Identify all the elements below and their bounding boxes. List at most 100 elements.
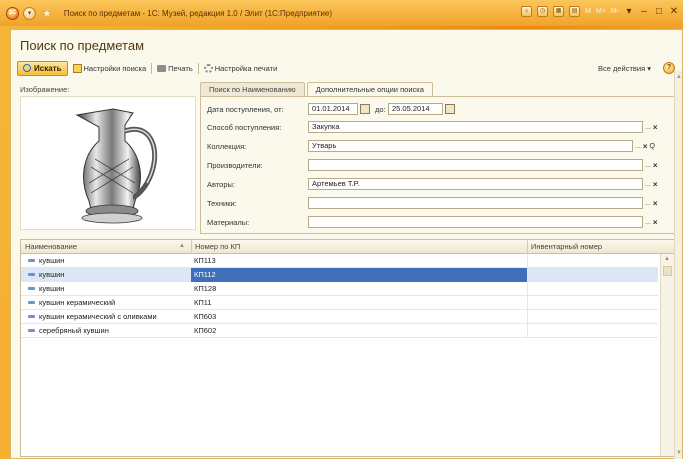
cell-name: кувшин	[21, 282, 191, 296]
scroll-thumb[interactable]	[663, 266, 672, 276]
toolbar-separator	[151, 62, 153, 74]
table-row[interactable]: кувшин КП112	[21, 268, 658, 282]
window-title: Поиск по предметам - 1С: Музей, редакция…	[63, 8, 332, 18]
scroll-up-icon[interactable]: ▲	[676, 74, 682, 80]
sort-asc-icon[interactable]: ▲	[179, 243, 185, 249]
field-label: Авторы:	[207, 180, 235, 189]
calendar-icon[interactable]	[445, 104, 455, 114]
close-icon[interactable]: ✕	[669, 6, 679, 17]
cell-inventory	[527, 296, 658, 310]
form-row-receipt-method: Способ поступления: Закупка ... ×	[201, 121, 676, 134]
receipt-method-field[interactable]: Закупка	[308, 121, 643, 133]
m-plus-button[interactable]: M+	[596, 8, 606, 15]
column-divider[interactable]	[191, 240, 192, 254]
select-button[interactable]: ...	[645, 162, 651, 169]
manufacturers-field[interactable]	[308, 159, 643, 171]
scroll-down-icon[interactable]: ▼	[676, 450, 682, 456]
printer-icon	[157, 64, 167, 72]
form-row-materials: Материалы: ... ×	[201, 216, 676, 229]
column-header-name[interactable]: Наименование	[25, 242, 77, 251]
image-label: Изображение:	[20, 85, 70, 94]
cell-kp: КП11	[194, 298, 212, 307]
cell-name: кувшин	[21, 268, 191, 282]
field-label: Материалы:	[207, 218, 250, 227]
results-table: Наименование ▲ Номер по КП Инвентарный н…	[20, 239, 675, 457]
authors-field[interactable]: Артемьев Т.Р.	[308, 178, 643, 190]
settings-box-icon	[72, 63, 82, 73]
clear-icon[interactable]: ×	[653, 123, 658, 132]
select-button[interactable]: ...	[645, 200, 651, 207]
search-icon[interactable]: Q	[650, 143, 655, 150]
tab-additional-options[interactable]: Дополнительные опции поиска	[306, 82, 433, 97]
date-from-label: Дата поступления, от:	[207, 105, 284, 114]
calendar-icon[interactable]: ▤	[569, 6, 581, 17]
cell-kp: КП113	[194, 256, 216, 265]
scroll-up-icon[interactable]: ▲	[664, 256, 670, 262]
field-label: Способ поступления:	[207, 123, 282, 132]
clear-icon[interactable]: ×	[643, 142, 648, 151]
form-row-manufacturers: Производители: ... ×	[201, 159, 676, 172]
home-icon[interactable]: ⌂	[521, 6, 533, 17]
date-from-field[interactable]: 01.01.2014	[308, 103, 358, 115]
cell-kp: КП602	[194, 326, 217, 335]
table-row[interactable]: кувшин КП128	[21, 282, 658, 296]
table-row[interactable]: кувшин КП113	[21, 254, 658, 268]
clear-icon[interactable]: ×	[653, 199, 658, 208]
materials-field[interactable]	[308, 216, 643, 228]
select-button[interactable]: ...	[645, 124, 651, 131]
table-row[interactable]: кувшин керамический КП11	[21, 296, 658, 310]
form-window: Поиск по предметам Искать Настройки поис…	[10, 29, 683, 459]
maximize-icon[interactable]: □	[654, 6, 664, 17]
page-title: Поиск по предметам	[20, 38, 145, 53]
field-label: Техники:	[207, 199, 237, 208]
print-button[interactable]: Печать	[157, 64, 193, 73]
favorite-star-icon[interactable]: ★	[42, 7, 52, 20]
main-menu-icon[interactable]: ▾	[23, 6, 36, 20]
techniques-field[interactable]	[308, 197, 643, 209]
cell-name: кувшин керамический с оливками	[21, 310, 191, 324]
clear-icon[interactable]: ×	[653, 180, 658, 189]
search-button[interactable]: Искать	[17, 60, 68, 76]
column-header-inventory[interactable]: Инвентарный номер	[531, 242, 602, 251]
minimize-icon[interactable]: –	[639, 6, 649, 17]
field-label: Производители:	[207, 161, 263, 170]
m-button[interactable]: M	[585, 8, 591, 15]
column-divider[interactable]	[527, 240, 528, 254]
clear-icon[interactable]: ×	[653, 161, 658, 170]
cell-kp: КП112	[191, 268, 527, 282]
toolbar-separator	[197, 62, 199, 74]
select-button[interactable]: ...	[645, 219, 651, 226]
table-row[interactable]: серебряный кувшин КП602	[21, 324, 658, 338]
date-to-field[interactable]: 25.05.2014	[388, 103, 443, 115]
clear-icon[interactable]: ×	[653, 218, 658, 227]
select-button[interactable]: ...	[645, 181, 651, 188]
search-settings-label: Настройки поиска	[83, 63, 147, 73]
search-settings-button[interactable]: Настройки поиска	[72, 63, 147, 73]
calc-icon[interactable]: ▦	[553, 6, 565, 17]
all-actions-menu[interactable]: Все действия ▾	[598, 64, 651, 73]
cell-inventory	[527, 254, 658, 268]
item-image	[20, 96, 196, 230]
table-row[interactable]: кувшин керамический с оливками КП603	[21, 310, 658, 324]
item-icon	[28, 329, 35, 332]
field-label: Коллекция:	[207, 142, 247, 151]
app-logo-icon[interactable]: 1С	[6, 6, 19, 20]
history-icon[interactable]: ◷	[537, 6, 549, 17]
form-row-authors: Авторы: Артемьев Т.Р. ... ×	[201, 178, 676, 191]
column-header-kp[interactable]: Номер по КП	[195, 242, 240, 251]
form-row-techniques: Техники: ... ×	[201, 197, 676, 210]
select-button[interactable]: ...	[635, 143, 641, 150]
calendar-icon[interactable]	[360, 104, 370, 114]
cell-name: кувшин керамический	[21, 296, 191, 310]
m-minus-button[interactable]: M-	[611, 8, 619, 15]
collection-field[interactable]: Утварь	[308, 140, 633, 152]
tab-search-by-name[interactable]: Поиск по Наименованию	[200, 82, 305, 96]
item-icon	[28, 301, 35, 304]
cell-kp: КП603	[194, 312, 217, 321]
dropdown-arrow-icon[interactable]: ▾	[624, 6, 634, 17]
table-scrollbar[interactable]: ▲	[660, 254, 674, 456]
cell-name: кувшин	[21, 254, 191, 268]
print-settings-button[interactable]: Настройка печати	[203, 63, 277, 73]
window-scrollbar[interactable]: ▲ ▼	[674, 70, 682, 459]
search-button-label: Искать	[34, 63, 62, 73]
